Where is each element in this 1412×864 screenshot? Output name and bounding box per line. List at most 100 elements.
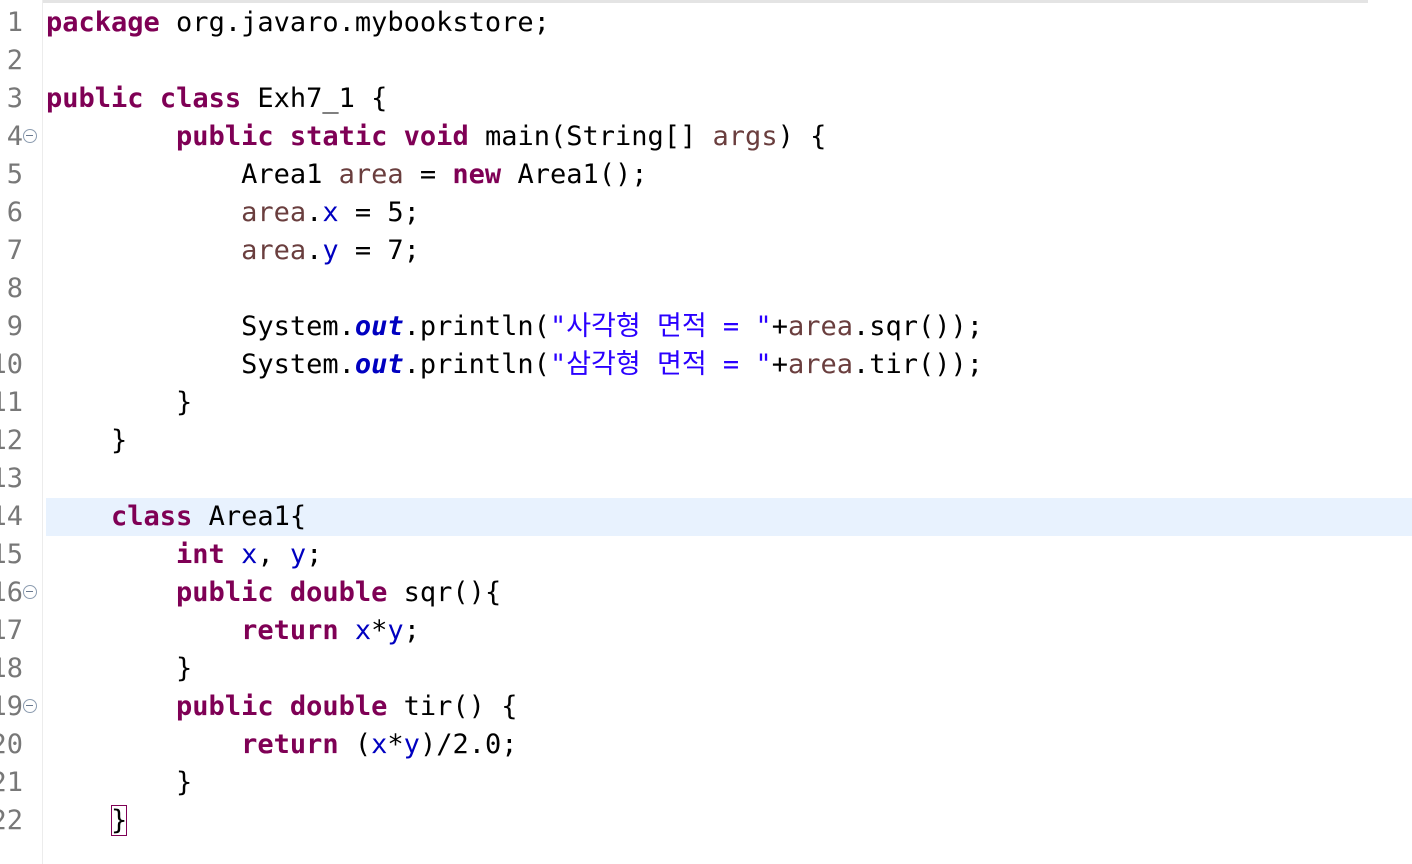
fold-collapse-icon[interactable]: [23, 699, 37, 713]
code-token: Area1{: [192, 501, 307, 532]
code-text[interactable]: public class Exh7_1 {: [46, 80, 387, 118]
code-line[interactable]: 14 class Area1{: [0, 498, 1412, 536]
code-line[interactable]: 21 }: [0, 764, 1412, 802]
code-line[interactable]: 19 public double tir() {: [0, 688, 1412, 726]
code-line[interactable]: 3 public class Exh7_1 {: [0, 80, 1412, 118]
line-number: 12: [0, 425, 23, 456]
code-token: = 7;: [338, 235, 420, 266]
code-token: x: [322, 197, 339, 228]
code-line[interactable]: 5 Area1 area = new Area1();: [0, 156, 1412, 194]
code-token: System.: [46, 311, 355, 342]
code-token: System.: [46, 349, 355, 380]
line-number: 11: [0, 387, 23, 418]
code-token: package: [46, 7, 160, 38]
code-token: }: [46, 767, 193, 798]
code-token: y: [387, 615, 404, 646]
code-token: = 5;: [338, 197, 420, 228]
code-text[interactable]: }: [46, 802, 128, 840]
line-number: 8: [6, 273, 23, 304]
code-line[interactable]: 10 System.out.println("삼각형 면적 = "+area.t…: [0, 346, 1412, 384]
code-text[interactable]: public double sqr(){: [46, 574, 501, 612]
editor-top-border: [40, 0, 1368, 3]
code-text[interactable]: System.out.println("사각형 면적 = "+area.sqr(…: [46, 308, 983, 346]
code-token: static: [289, 121, 388, 152]
line-number: 5: [6, 159, 23, 190]
code-text[interactable]: }: [46, 650, 192, 688]
code-line[interactable]: 8: [0, 270, 1412, 308]
code-line[interactable]: 17 return x*y;: [0, 612, 1412, 650]
fold-collapse-icon[interactable]: [23, 585, 37, 599]
code-line[interactable]: 4 public static void main(String[] args)…: [0, 118, 1412, 156]
code-line[interactable]: 2: [0, 42, 1412, 80]
code-line[interactable]: 22 }: [0, 802, 1412, 840]
code-token: new: [452, 159, 502, 190]
code-text[interactable]: area.y = 7;: [46, 232, 420, 270]
code-token: .: [306, 197, 323, 228]
code-text[interactable]: }: [46, 764, 192, 802]
code-text[interactable]: public static void main(String[] args) {: [46, 118, 826, 156]
code-token: double: [289, 691, 388, 722]
code-token: *: [387, 729, 404, 760]
code-text[interactable]: }: [46, 384, 192, 422]
code-token: (: [338, 729, 372, 760]
code-line[interactable]: 16 public double sqr(){: [0, 574, 1412, 612]
code-token: *: [371, 615, 388, 646]
code-text[interactable]: area.x = 5;: [46, 194, 420, 232]
line-number: 22: [0, 805, 23, 836]
code-token: area: [241, 197, 307, 228]
code-text[interactable]: return (x*y)/2.0;: [46, 726, 517, 764]
code-token: public: [176, 121, 274, 152]
code-line[interactable]: 13: [0, 460, 1412, 498]
line-number: 20: [0, 729, 23, 760]
code-text[interactable]: public double tir() {: [46, 688, 517, 726]
code-token: area: [241, 235, 307, 266]
code-token: .tir());: [852, 349, 984, 380]
code-token: out: [354, 311, 404, 342]
code-line[interactable]: 12 }: [0, 422, 1412, 460]
code-line[interactable]: 15 int x, y;: [0, 536, 1412, 574]
code-text[interactable]: System.out.println("삼각형 면적 = "+area.tir(…: [46, 346, 983, 384]
fold-collapse-icon[interactable]: [23, 129, 37, 143]
code-text[interactable]: Area1 area = new Area1();: [46, 156, 647, 194]
code-token: .sqr());: [852, 311, 984, 342]
code-line[interactable]: 9 System.out.println("사각형 면적 = "+area.sq…: [0, 308, 1412, 346]
code-token: .println(: [403, 349, 550, 380]
code-text[interactable]: class Area1{: [46, 498, 306, 536]
code-token: }: [46, 653, 193, 684]
matching-bracket: }: [111, 805, 128, 836]
code-line[interactable]: 18 }: [0, 650, 1412, 688]
code-token: y: [322, 235, 339, 266]
line-number: 7: [6, 235, 23, 266]
code-text[interactable]: int x, y;: [46, 536, 322, 574]
code-token: area: [787, 311, 853, 342]
line-number: 6: [6, 197, 23, 228]
code-line[interactable]: 7 area.y = 7;: [0, 232, 1412, 270]
line-number: 1: [6, 7, 23, 38]
code-token: "사각형 면적 = ": [549, 311, 772, 342]
code-token: }: [46, 425, 128, 456]
code-token: ;: [403, 615, 420, 646]
code-line[interactable]: 6 area.x = 5;: [0, 194, 1412, 232]
code-line[interactable]: 11 }: [0, 384, 1412, 422]
code-text[interactable]: }: [46, 422, 127, 460]
code-text[interactable]: package org.javaro.mybookstore;: [46, 4, 550, 42]
line-number: 21: [0, 767, 23, 798]
code-line[interactable]: 20 return (x*y)/2.0;: [0, 726, 1412, 764]
code-editor[interactable]: 1 package org.javaro.mybookstore; 2 3 public…: [0, 0, 1412, 864]
code-token: x: [354, 615, 372, 646]
code-text[interactable]: return x*y;: [46, 612, 420, 650]
code-token: public: [176, 691, 274, 722]
line-number: 10: [0, 349, 23, 380]
code-line[interactable]: 1 package org.javaro.mybookstore;: [0, 4, 1412, 42]
